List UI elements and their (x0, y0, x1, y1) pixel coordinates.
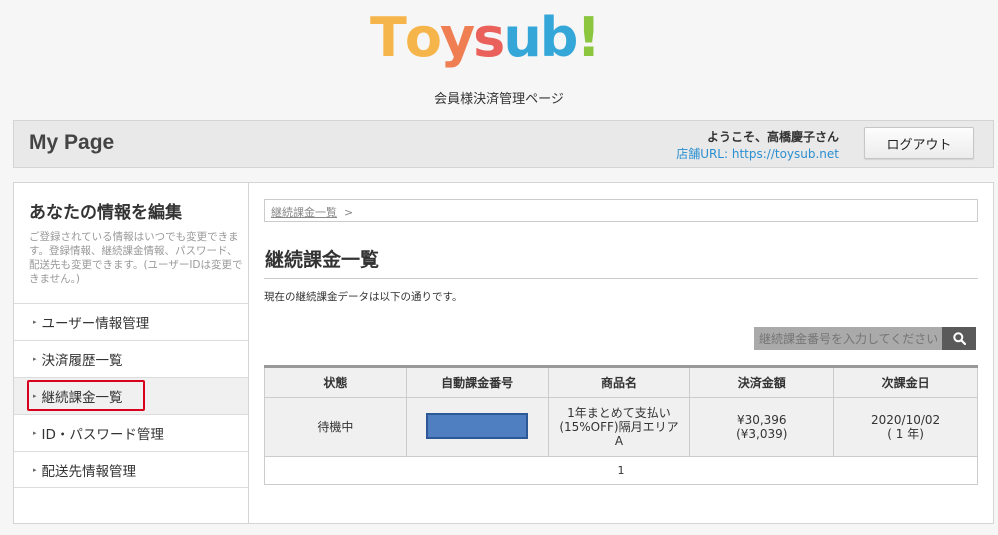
site-logo: Toysub! (0, 0, 998, 80)
title-divider (264, 278, 978, 279)
bullet-icon: ▸ (33, 429, 37, 437)
sidebar-item-user-info[interactable]: ▸ ユーザー情報管理 (14, 303, 248, 340)
sidebar-item-label: ID・パスワード管理 (41, 427, 164, 443)
next-billing-term: ( 1 年) (887, 427, 924, 441)
sidebar-menu: ▸ ユーザー情報管理 ▸ 決済履歴一覧 ▸ 継続課金一覧 ▸ ID・パスワード管… (14, 303, 248, 488)
product-name-line: A (614, 434, 624, 448)
column-header: 状態 (264, 366, 407, 398)
search-icon (952, 332, 966, 345)
sidebar-item-label: ユーザー情報管理 (41, 316, 150, 332)
bullet-icon: ▸ (33, 355, 37, 363)
sidebar: あなたの情報を編集 ご登録されている情報はいつでも変更できます。登録情報、継続課… (14, 183, 249, 523)
logo-letter: y (439, 6, 475, 69)
table-header-row: 状態 自動課金番号 商品名 決済金額 次課金日 (264, 366, 978, 398)
breadcrumb-separator: > (344, 206, 354, 219)
bullet-icon: ▸ (33, 465, 37, 474)
amount-cell: ¥30,396 (¥3,039) (689, 397, 835, 457)
sidebar-item-subscriptions[interactable]: ▸ 継続課金一覧 (14, 377, 248, 414)
logout-button[interactable]: ログアウト (864, 127, 974, 159)
product-name-line: (15%OFF)隔月エリア (559, 420, 679, 434)
pager-row: 1 (264, 456, 978, 485)
column-header: 決済金額 (689, 366, 835, 398)
sidebar-description: ご登録されている情報はいつでも変更できます。登録情報、継続課金情報、パスワード、… (29, 231, 243, 285)
subscription-number-cell (405, 397, 549, 457)
sidebar-item-label: 配送先情報管理 (41, 463, 137, 480)
next-billing-cell: 2020/10/02 ( 1 年) (833, 397, 978, 457)
logo-letter: b (539, 6, 579, 69)
bullet-icon: ▸ (33, 318, 37, 326)
main-panel: あなたの情報を編集 ご登録されている情報はいつでも変更できます。登録情報、継続課… (13, 182, 994, 524)
pager-cell: 1 (264, 456, 978, 485)
bullet-icon: ▸ (33, 392, 37, 400)
sidebar-item-id-password[interactable]: ▸ ID・パスワード管理 (14, 414, 248, 451)
next-billing-date: 2020/10/02 (870, 413, 941, 427)
sidebar-item-label: 決済履歴一覧 (41, 353, 123, 369)
logo-letter: ! (576, 6, 601, 69)
logo-letter: u (503, 6, 541, 69)
content-description: 現在の継続課金データは以下の通りです。 (264, 291, 463, 303)
column-header: 自動課金番号 (405, 366, 549, 398)
product-cell: 1年まとめて支払い (15%OFF)隔月エリア A (547, 397, 691, 457)
logo-letter: s (473, 6, 505, 69)
sidebar-item-label: 継続課金一覧 (41, 390, 123, 406)
content-title: 継続課金一覧 (265, 249, 380, 271)
breadcrumb-link[interactable]: 継続課金一覧 (271, 206, 337, 219)
sidebar-heading: あなたの情報を編集 (29, 203, 182, 223)
amount-tax: (¥3,039) (736, 427, 788, 441)
redacted-number (426, 412, 529, 439)
subscription-table: 状態 自動課金番号 商品名 決済金額 次課金日 待機中 1年まとめて支払い (1… (264, 365, 978, 485)
logo-letter: o (404, 6, 442, 69)
breadcrumb: 継続課金一覧 > (264, 199, 978, 222)
page-heading: My Page (29, 131, 115, 154)
product-name-line: 1年まとめて支払い (567, 406, 671, 420)
amount-value: ¥30,396 (736, 413, 787, 427)
store-url-link[interactable]: 店舗URL: https://toysub.net (676, 145, 839, 162)
toysub-logo: Toysub! (370, 0, 601, 76)
page-number[interactable]: 1 (618, 464, 625, 477)
column-header: 次課金日 (833, 366, 978, 398)
table-row: 待機中 1年まとめて支払い (15%OFF)隔月エリア A ¥30,396 (¥… (264, 397, 978, 457)
site-subtitle: 会員様決済管理ページ (434, 92, 564, 107)
welcome-message: ようこそ、高橋慶子さん (706, 130, 839, 144)
header-bar: My Page ようこそ、高橋慶子さん 店舗URL: https://toysu… (13, 120, 994, 168)
sidebar-item-shipping[interactable]: ▸ 配送先情報管理 (14, 451, 248, 488)
search-button[interactable] (942, 327, 976, 350)
column-header: 商品名 (547, 366, 691, 398)
subscription-search-input[interactable] (754, 327, 942, 350)
status-cell: 待機中 (264, 397, 407, 457)
sidebar-item-payment-history[interactable]: ▸ 決済履歴一覧 (14, 340, 248, 377)
bottom-decoration (0, 528, 998, 535)
logo-letter: T (370, 6, 407, 69)
